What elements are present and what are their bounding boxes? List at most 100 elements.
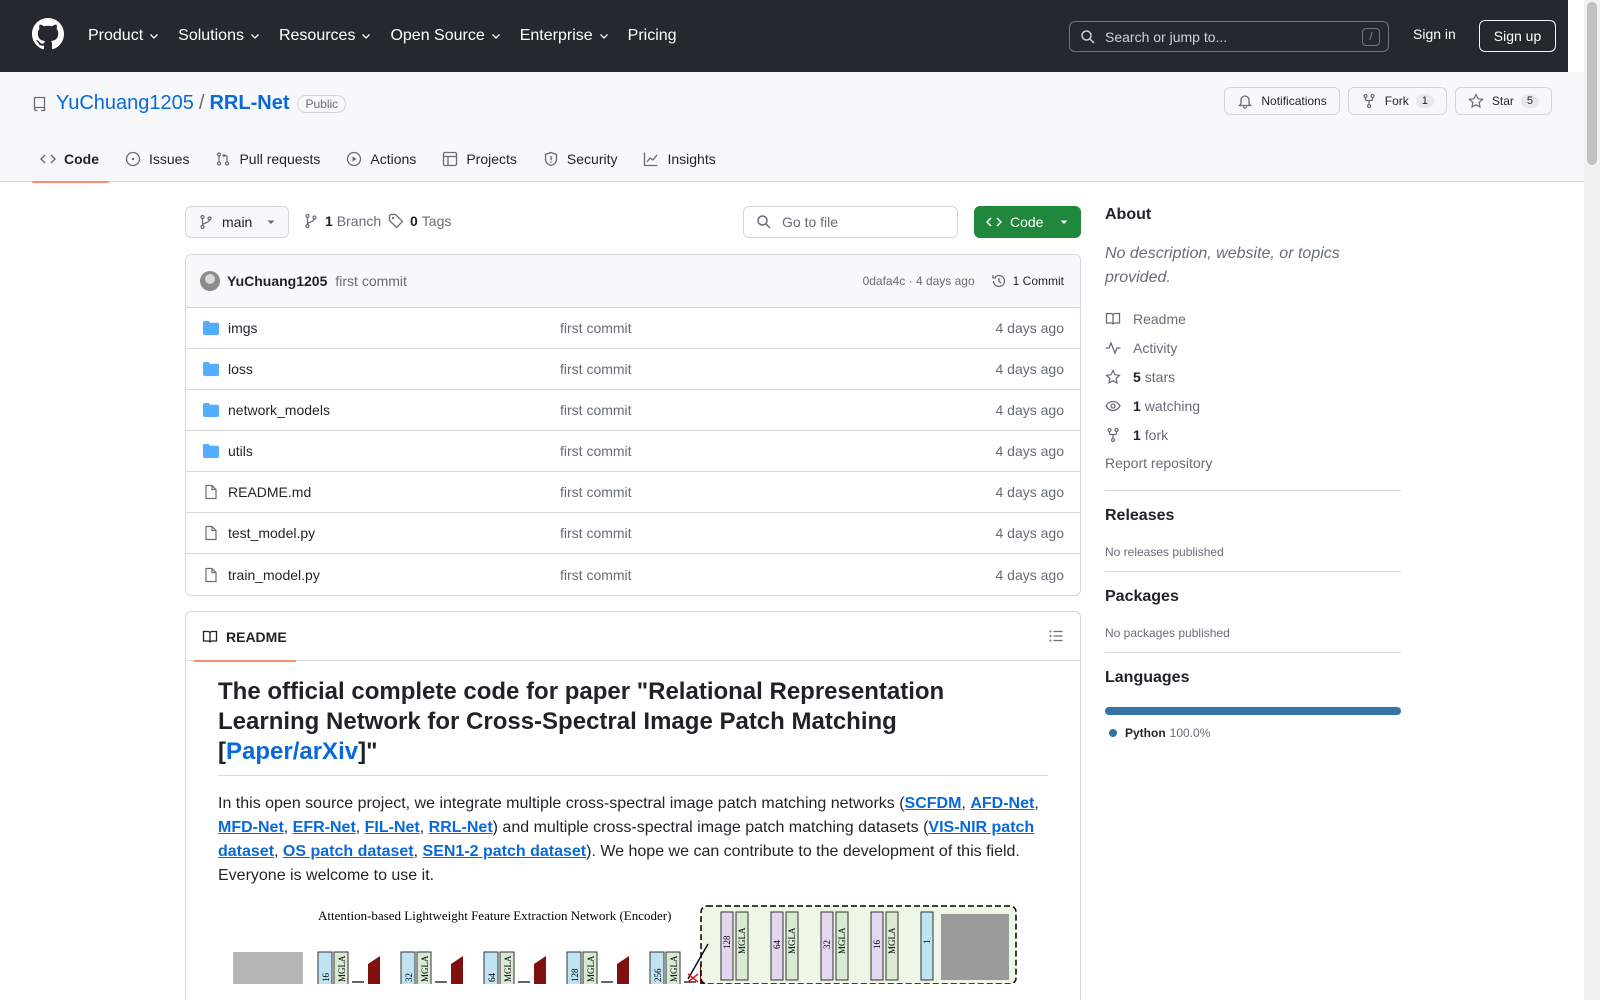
sign-up-button[interactable]: Sign up [1479,20,1556,52]
repo-name-link[interactable]: RRL-Net [209,92,289,115]
file-row[interactable]: network_models first commit 4 days ago [186,390,1080,431]
scrollbar-thumb[interactable] [1587,2,1597,165]
tab-security[interactable]: Security [535,144,628,182]
notifications-button[interactable]: Notifications [1224,87,1340,115]
tab-insights[interactable]: Insights [635,144,725,182]
page-scrollbar[interactable] [1584,0,1600,1000]
afd-net-link[interactable]: AFD-Net [970,795,1034,812]
go-to-file-input[interactable]: Go to file [743,206,958,238]
nav-enterprise[interactable]: Enterprise [520,27,610,45]
file-name-link[interactable]: utils [228,443,560,459]
releases-heading[interactable]: Releases [1105,507,1401,525]
file-commit-message-link[interactable]: first commit [560,320,632,336]
star-button[interactable]: Star 5 [1454,87,1552,115]
paper-arxiv-link[interactable]: Paper/arXiv [226,738,358,765]
activity-link-label: Activity [1133,339,1178,356]
sign-in-link[interactable]: Sign in [1413,26,1456,42]
mfd-net-link[interactable]: MFD-Net [218,819,284,836]
file-row[interactable]: imgs first commit 4 days ago [186,308,1080,349]
file-commit-message-link[interactable]: first commit [560,567,632,583]
commit-hash-and-time[interactable]: 0dafa4c · 4 days ago [863,274,975,288]
file-commit-message-link[interactable]: first commit [560,402,632,418]
repo-owner-link[interactable]: YuChuang1205 [56,92,194,115]
latest-commit-row: YuChuang1205 first commit 0dafa4c · 4 da… [186,255,1080,308]
language-bar [1105,707,1401,715]
tab-label: Insights [667,151,716,167]
fork-counter: 1 [1415,94,1434,108]
readme-link[interactable]: Readme [1105,304,1401,333]
watchers-link[interactable]: 1 watching [1105,391,1401,420]
report-repository-link[interactable]: Report repository [1105,449,1401,478]
file-commit-message-link[interactable]: first commit [560,484,632,500]
visibility-badge: Public [297,94,347,113]
branches-link[interactable]: 1 Branch [303,213,381,229]
avatar[interactable] [200,271,220,291]
language-item-python[interactable]: Python 100.0% [1105,726,1401,740]
readme-tab[interactable]: README [194,612,296,662]
encoder-mgla-label: MGLA [337,955,347,982]
efr-net-link[interactable]: EFR-Net [293,819,356,836]
star-icon [1105,368,1121,384]
list-unordered-icon[interactable] [1048,628,1064,644]
tab-projects[interactable]: Projects [434,144,527,182]
tab-pull-requests[interactable]: Pull requests [207,144,330,182]
tab-actions[interactable]: Actions [338,144,426,182]
language-name: Python [1125,726,1166,740]
file-row[interactable]: train_model.py first commit 4 days ago [186,554,1080,595]
commit-message-link[interactable]: first commit [335,273,407,289]
folder-icon [202,443,220,459]
top-nav: Product Solutions Resources Open Source … [88,0,695,72]
file-commit-message-link[interactable]: first commit [560,525,632,541]
code-button[interactable]: Code [974,206,1081,238]
packages-heading[interactable]: Packages [1105,588,1401,606]
about-links: Readme Activity 5 stars 1 watching 1 for… [1105,304,1401,449]
encoder-channel-label: 16 [321,973,331,983]
file-commit-message-link[interactable]: first commit [560,361,632,377]
tag-icon [388,213,404,229]
file-name-link[interactable]: test_model.py [228,525,560,541]
file-name-link[interactable]: loss [228,361,560,377]
fork-icon [1363,93,1375,109]
decoder-mgla-label: MGLA [887,927,897,954]
github-logo-icon[interactable] [32,18,64,50]
readme-title: The official complete code for paper "Re… [218,677,1048,776]
activity-link[interactable]: Activity [1105,333,1401,362]
star-icon [1468,93,1484,109]
nav-open-source[interactable]: Open Source [390,27,501,45]
commit-author-link[interactable]: YuChuang1205 [227,273,327,289]
file-name-link[interactable]: train_model.py [228,567,560,583]
tab-issues[interactable]: Issues [117,144,199,182]
file-name-link[interactable]: README.md [228,484,560,500]
file-row[interactable]: utils first commit 4 days ago [186,431,1080,472]
eye-icon [1105,400,1121,411]
fil-net-link[interactable]: FIL-Net [365,819,420,836]
sen12-dataset-link[interactable]: SEN1-2 patch dataset [423,843,587,860]
global-search-input[interactable]: Search or jump to... / [1069,21,1389,52]
input-patch-image [233,952,303,984]
scfdm-link[interactable]: SCFDM [905,795,962,812]
nav-resources[interactable]: Resources [279,27,372,45]
file-list: imgs first commit 4 days ago loss first comm… [186,308,1080,595]
stars-link[interactable]: 5 stars [1105,362,1401,391]
commit-history-link[interactable]: 1 Commit [991,273,1064,289]
os-dataset-link[interactable]: OS patch dataset [283,843,414,860]
file-row[interactable]: test_model.py first commit 4 days ago [186,513,1080,554]
file-commit-message-link[interactable]: first commit [560,443,632,459]
file-row[interactable]: README.md first commit 4 days ago [186,472,1080,513]
nav-solutions[interactable]: Solutions [178,27,261,45]
file-name-link[interactable]: imgs [228,320,560,336]
file-commit-age: 4 days ago [995,484,1065,500]
tab-label: Code [64,151,99,167]
file-name-link[interactable]: network_models [228,402,560,418]
tags-link[interactable]: 0 Tags [388,213,451,229]
forks-link[interactable]: 1 fork [1105,420,1401,449]
branch-selector[interactable]: main [185,206,289,238]
file-row[interactable]: loss first commit 4 days ago [186,349,1080,390]
fork-button[interactable]: Fork 1 [1347,87,1447,115]
tab-code[interactable]: Code [32,144,109,183]
nav-pricing[interactable]: Pricing [628,27,677,45]
pull-request-icon [217,152,230,166]
tags-count: 0 [410,213,418,229]
nav-product[interactable]: Product [88,27,160,45]
rrl-net-link[interactable]: RRL-Net [429,819,493,836]
